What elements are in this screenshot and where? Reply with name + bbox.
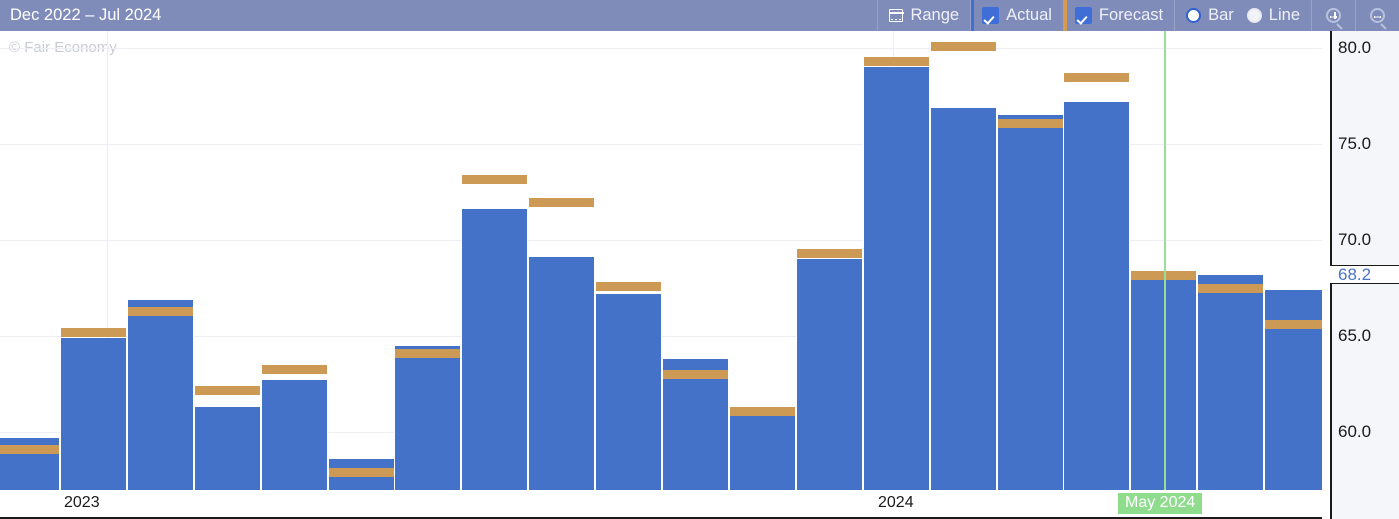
- gridline: [0, 48, 1322, 49]
- forecast-marker: [1064, 73, 1129, 82]
- forecast-marker: [128, 307, 193, 316]
- forecast-marker: [730, 407, 795, 416]
- actual-checkbox[interactable]: Actual: [970, 0, 1063, 31]
- y-axis-tick-label: 70.0: [1338, 230, 1372, 249]
- forecast-checkbox[interactable]: Forecast: [1062, 0, 1174, 31]
- bar[interactable]: [729, 407, 796, 490]
- checkmark-icon: [982, 7, 1000, 24]
- magnifier-plus-icon: [1326, 8, 1341, 23]
- x-axis-label-2024: 2024: [878, 494, 914, 511]
- y-axis-tick-label: 80.0: [1338, 38, 1372, 57]
- bar[interactable]: [60, 338, 127, 490]
- forecast-marker: [931, 42, 996, 51]
- chart-app: Dec 2022 – Jul 2024 Range Actual Forecas…: [0, 0, 1399, 519]
- bar[interactable]: [461, 209, 528, 490]
- y-axis-tick-label: 65.0: [1338, 326, 1372, 345]
- y-axis-tick-label: 60.0: [1338, 422, 1372, 441]
- forecast-marker: [395, 349, 460, 358]
- actual-checkbox-label: Actual: [1006, 6, 1052, 24]
- bar[interactable]: [394, 346, 461, 490]
- date-range-title: Dec 2022 – Jul 2024: [10, 6, 162, 24]
- bar[interactable]: [261, 380, 328, 490]
- y-axis[interactable]: 80.0 75.0 70.0 65.0 60.0 68.2: [1322, 31, 1399, 519]
- bar-radio-label[interactable]: Bar: [1208, 6, 1234, 25]
- x-axis: 2023 2024 May 2024: [0, 490, 1322, 519]
- y-axis-tick-label: 75.0: [1338, 134, 1372, 153]
- y-axis-current-value: 68.2: [1330, 265, 1399, 284]
- line-radio-label[interactable]: Line: [1269, 6, 1300, 25]
- forecast-marker: [596, 282, 661, 291]
- forecast-checkbox-label: Forecast: [1098, 6, 1164, 24]
- chart-plot-area[interactable]: © Fair Economy: [0, 31, 1322, 490]
- zoom-in-button[interactable]: [1311, 0, 1355, 31]
- bar[interactable]: [595, 294, 662, 490]
- x-axis-label-2023: 2023: [64, 494, 100, 511]
- bar[interactable]: [863, 67, 930, 490]
- chart-toolbar: Dec 2022 – Jul 2024 Range Actual Forecas…: [0, 0, 1399, 31]
- magnifier-minus-icon: [1370, 8, 1385, 23]
- zoom-out-button[interactable]: [1355, 0, 1399, 31]
- bar[interactable]: [528, 257, 595, 490]
- chart-type-group: Bar Line: [1174, 0, 1311, 31]
- bar[interactable]: [1197, 275, 1264, 490]
- checkmark-icon: [1074, 7, 1092, 24]
- radio-unselected-icon[interactable]: [1246, 8, 1262, 23]
- bar[interactable]: [1063, 102, 1130, 490]
- forecast-marker: [462, 175, 527, 184]
- forecast-marker: [663, 370, 728, 379]
- calendar-icon: [888, 9, 905, 22]
- bar[interactable]: [997, 115, 1064, 490]
- forecast-marker: [195, 386, 260, 395]
- forecast-marker: [864, 57, 929, 66]
- radio-selected-icon[interactable]: [1186, 8, 1202, 23]
- forecast-marker: [0, 445, 59, 454]
- range-button[interactable]: Range: [877, 0, 970, 31]
- y-axis-panel-lower: [1330, 284, 1399, 519]
- forecast-marker: [329, 468, 394, 477]
- bar[interactable]: [127, 300, 194, 490]
- bar[interactable]: [930, 108, 997, 490]
- range-button-label: Range: [910, 6, 960, 24]
- forecast-marker: [998, 119, 1063, 128]
- forecast-marker: [797, 249, 862, 258]
- forecast-marker: [1265, 320, 1322, 329]
- forecast-marker: [1198, 284, 1263, 293]
- x-axis-current-label: May 2024: [1118, 493, 1203, 514]
- forecast-marker: [529, 198, 594, 207]
- bar[interactable]: [194, 407, 261, 490]
- forecast-marker: [262, 365, 327, 374]
- bar[interactable]: [796, 259, 863, 490]
- current-period-line: [1164, 31, 1166, 490]
- forecast-marker: [61, 328, 126, 337]
